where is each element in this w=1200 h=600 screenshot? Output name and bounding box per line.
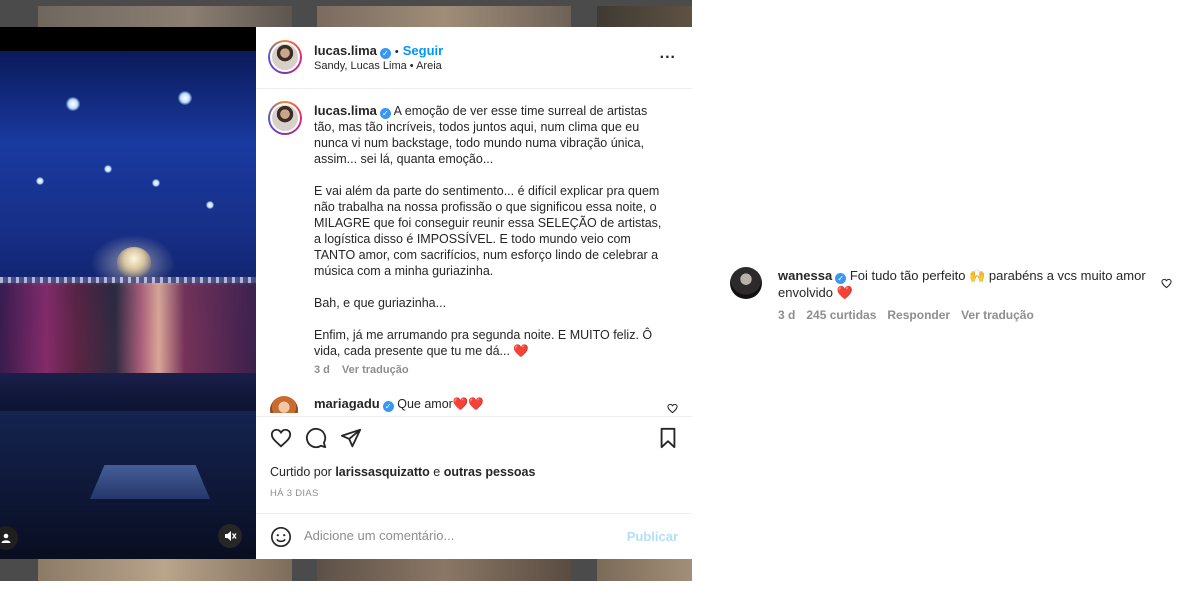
stage-light	[66, 97, 80, 111]
author-username[interactable]: lucas.lima	[314, 43, 377, 58]
translate-link[interactable]: Ver tradução	[961, 308, 1034, 322]
follow-button[interactable]: Seguir	[403, 43, 443, 58]
post-header: lucas.lima ✓ • Seguir Sandy, Lucas Lima • A…	[256, 27, 692, 89]
comment-text: Que amor❤️❤️	[397, 397, 484, 411]
comment-likes-count[interactable]: 245 curtidas	[806, 308, 876, 322]
likes-conjunction: e	[433, 465, 441, 479]
comments-scroll-area[interactable]: lucas.lima ✓ A emoção de ver esse time su…	[256, 89, 692, 413]
post-video[interactable]	[0, 51, 256, 559]
caption-author-username[interactable]: lucas.lima	[314, 103, 377, 118]
likes-summary: Curtido por larissasquizatto e outras pe…	[270, 465, 535, 479]
comment-item: mariagadu ✓ Que amor❤️❤️	[270, 393, 690, 413]
feed-thumbnail	[38, 558, 292, 581]
separator-dot: •	[394, 46, 399, 58]
emoji-smile-icon[interactable]	[270, 526, 292, 553]
stage-light	[104, 165, 112, 173]
translate-link[interactable]: Ver tradução	[342, 364, 409, 376]
stage-table	[90, 465, 210, 499]
comment-item: wanessa ✓ Foi tudo tão perfeito 🙌 parabén…	[730, 265, 1185, 329]
publish-button[interactable]: Publicar	[627, 529, 678, 544]
verified-badge-icon: ✓	[835, 273, 847, 284]
likes-others-link[interactable]: outras pessoas	[444, 465, 536, 479]
stage	[0, 283, 256, 373]
stage-floor	[0, 373, 256, 413]
stage-light	[36, 177, 44, 185]
comment-text-line: wanessa ✓ Foi tudo tão perfeito 🙌 parabén…	[778, 267, 1148, 301]
post-timestamp[interactable]: HÁ 3 DIAS	[270, 488, 319, 499]
caption-paragraph: Enfim, já me arrumando pra segunda noite…	[314, 328, 653, 358]
liker-username[interactable]: larissasquizatto	[335, 465, 429, 479]
stage-light	[206, 201, 214, 209]
caption-author-avatar[interactable]	[268, 101, 302, 135]
author-line: lucas.lima ✓ • Seguir	[314, 42, 443, 60]
speaker-muted-icon[interactable]	[218, 524, 242, 548]
chandelier	[117, 247, 151, 277]
feed-thumbnail	[597, 558, 692, 581]
commenter-username[interactable]: wanessa	[778, 268, 832, 283]
caption-paragraph: Bah, e que guriazinha...	[314, 296, 447, 310]
post-actions: Curtido por larissasquizatto e outras pe…	[256, 416, 692, 559]
verified-badge-icon: ✓	[379, 48, 391, 59]
stage-light	[178, 91, 192, 105]
caption-age[interactable]: 3 d	[314, 364, 330, 376]
comment-like-heart-icon[interactable]	[667, 401, 678, 413]
commenter-username[interactable]: mariagadu	[314, 396, 380, 411]
commenter-avatar[interactable]	[270, 396, 298, 413]
comment-input[interactable]	[304, 528, 604, 543]
likes-prefix: Curtido por	[270, 465, 332, 479]
stage-light	[152, 179, 160, 187]
post-caption: lucas.lima ✓ A emoção de ver esse time su…	[314, 103, 666, 378]
comment-text-line: mariagadu ✓ Que amor❤️❤️	[314, 396, 484, 412]
author-avatar[interactable]	[268, 40, 302, 74]
comment-bubble-icon[interactable]	[305, 427, 327, 454]
feed-thumbnail	[317, 558, 571, 581]
reply-button[interactable]: Responder	[887, 308, 950, 322]
post-panel: lucas.lima ✓ • Seguir Sandy, Lucas Lima • A…	[256, 27, 692, 559]
paper-plane-icon[interactable]	[340, 427, 362, 454]
post-location[interactable]: Sandy, Lucas Lima • Areia	[314, 60, 442, 72]
verified-badge-icon: ✓	[382, 401, 394, 412]
post-media[interactable]	[0, 27, 256, 559]
caption-paragraph: E vai além da parte do sentimento... é d…	[314, 184, 662, 278]
comment-text: Foi tudo tão perfeito 🙌 parabéns a vcs m…	[778, 268, 1146, 300]
commenter-avatar[interactable]	[730, 267, 762, 299]
comment-like-heart-icon[interactable]	[1161, 276, 1172, 294]
more-options-icon[interactable]: ...	[660, 45, 676, 63]
comment-age[interactable]: 3 d	[778, 308, 795, 322]
bookmark-icon[interactable]	[658, 427, 678, 454]
add-comment-bar: Publicar	[256, 513, 692, 560]
comment-meta: 3 d 245 curtidas Responder Ver tradução	[778, 308, 1045, 322]
heart-icon[interactable]	[270, 427, 292, 454]
verified-badge-icon: ✓	[379, 108, 391, 119]
caption-meta: 3 d Ver tradução	[314, 362, 666, 378]
action-bar	[270, 427, 680, 453]
